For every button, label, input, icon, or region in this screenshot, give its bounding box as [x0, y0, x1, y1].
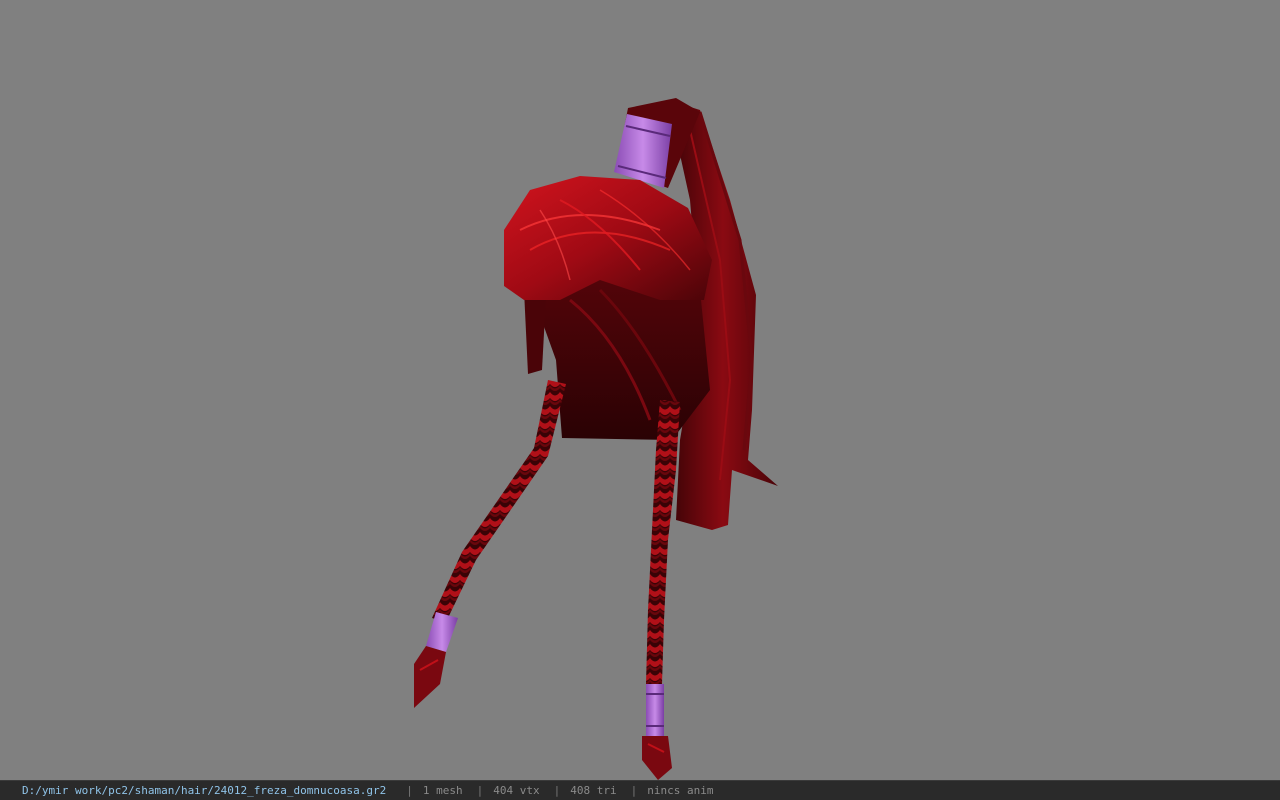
mesh-count: 1 mesh — [422, 784, 463, 797]
right-braid-tip — [642, 736, 672, 780]
left-braid-band — [426, 612, 458, 652]
separator: | — [406, 784, 413, 797]
vertex-count: 404 vtx — [493, 784, 540, 797]
separator: | — [630, 784, 638, 797]
front-strand — [524, 290, 546, 374]
separator: | — [553, 784, 561, 797]
animation-status: nincs anim — [647, 784, 714, 797]
right-braid-band — [646, 684, 664, 736]
right-braid — [646, 400, 680, 684]
triangle-count: 408 tri — [570, 784, 617, 797]
3d-viewport[interactable] — [0, 0, 1280, 780]
separator: | — [476, 784, 484, 797]
hair-model — [414, 98, 778, 780]
left-braid — [432, 380, 566, 622]
status-bar: D:/ymir work/pc2/shaman/hair/24012_freza… — [0, 780, 1280, 800]
file-path: D:/ymir work/pc2/shaman/hair/24012_freza… — [22, 784, 387, 797]
left-braid-tip — [414, 646, 446, 708]
